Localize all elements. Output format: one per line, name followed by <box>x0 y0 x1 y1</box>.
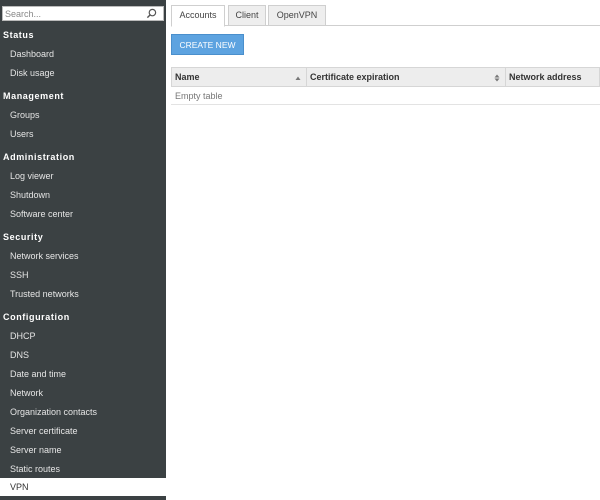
sidebar-item-shutdown[interactable]: Shutdown <box>10 190 50 200</box>
section-header-status: Status <box>3 30 35 40</box>
column-header-certificate-expiration[interactable]: Certificate expiration <box>307 68 506 86</box>
section-header-management: Management <box>3 91 65 101</box>
column-label: Network address <box>509 72 582 82</box>
sidebar-item-dhcp[interactable]: DHCP <box>10 331 36 341</box>
sidebar-item-ssh[interactable]: SSH <box>10 270 29 280</box>
column-label: Name <box>175 72 200 82</box>
sidebar-item-disk-usage[interactable]: Disk usage <box>10 68 55 78</box>
section-header-administration: Administration <box>3 152 75 162</box>
accounts-table: Name Certificate expiration Network addr… <box>171 67 600 105</box>
tab-bar: Accounts Client OpenVPN <box>171 5 600 27</box>
sidebar-item-organization-contacts[interactable]: Organization contacts <box>10 407 97 417</box>
sidebar-item-dashboard[interactable]: Dashboard <box>10 49 54 59</box>
sidebar-item-users[interactable]: Users <box>10 129 34 139</box>
sidebar-item-date-and-time[interactable]: Date and time <box>10 369 66 379</box>
sort-asc-icon <box>295 76 301 80</box>
sidebar-item-software-center[interactable]: Software center <box>10 209 73 219</box>
search-box <box>2 6 164 21</box>
sidebar-item-server-name[interactable]: Server name <box>10 445 62 455</box>
sidebar-item-log-viewer[interactable]: Log viewer <box>10 171 54 181</box>
section-header-configuration: Configuration <box>3 312 70 322</box>
search-input[interactable] <box>5 7 145 20</box>
tab-openvpn[interactable]: OpenVPN <box>268 5 326 26</box>
column-header-network-address[interactable]: Network address <box>506 68 599 86</box>
sidebar-item-dns[interactable]: DNS <box>10 350 29 360</box>
tab-accounts[interactable]: Accounts <box>171 5 225 27</box>
table-header: Name Certificate expiration Network addr… <box>171 67 600 87</box>
sidebar-item-vpn[interactable]: VPN <box>0 478 166 496</box>
column-label: Certificate expiration <box>310 72 400 82</box>
column-header-name[interactable]: Name <box>172 68 307 86</box>
section-header-security: Security <box>3 232 44 242</box>
empty-table-message: Empty table <box>171 87 600 105</box>
tab-client[interactable]: Client <box>228 5 266 26</box>
sidebar-item-network[interactable]: Network <box>10 388 43 398</box>
sort-both-icon <box>494 74 500 82</box>
sidebar-item-network-services[interactable]: Network services <box>10 251 79 261</box>
sidebar-item-label: VPN <box>10 482 29 492</box>
create-new-button[interactable]: CREATE NEW <box>171 34 244 55</box>
sidebar-item-server-certificate[interactable]: Server certificate <box>10 426 78 436</box>
search-icon[interactable] <box>146 8 157 19</box>
sidebar-item-static-routes[interactable]: Static routes <box>10 464 60 474</box>
sidebar-item-trusted-networks[interactable]: Trusted networks <box>10 289 79 299</box>
sidebar-footer <box>0 496 166 500</box>
sidebar: Status Dashboard Disk usage Management G… <box>0 0 166 500</box>
sidebar-item-groups[interactable]: Groups <box>10 110 40 120</box>
